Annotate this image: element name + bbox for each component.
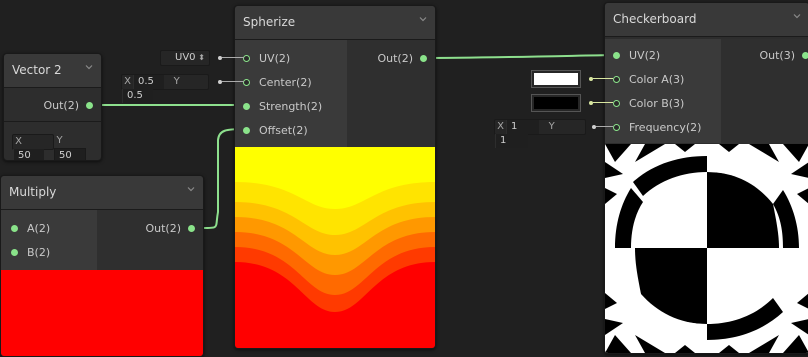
y-field[interactable]: Y50 <box>54 134 96 160</box>
vector2-header[interactable]: Vector 2 <box>4 54 101 88</box>
frequency-link-line <box>596 126 613 127</box>
color-a-link-line <box>593 78 613 79</box>
port-label: Color A(3) <box>629 73 685 86</box>
spherize-header[interactable]: Spherize <box>235 6 435 40</box>
spherize-input-strength[interactable]: Strength(2) <box>243 97 322 117</box>
center-y-input[interactable]: 0.5 <box>122 89 153 103</box>
spherize-input-uv[interactable]: UV(2) <box>243 49 290 69</box>
port-connector-icon[interactable] <box>86 102 93 109</box>
multiply-input-b[interactable]: B(2) <box>11 243 50 263</box>
node-title: Vector 2 <box>12 63 62 77</box>
color-a-swatch[interactable] <box>531 70 581 88</box>
chevron-down-icon[interactable] <box>791 10 803 22</box>
checkerboard-node[interactable]: Checkerboard UV(2) Color A(3) Color B(3)… <box>604 2 808 354</box>
spherize-preview-image <box>235 147 435 348</box>
multiply-preview <box>1 270 203 356</box>
color-b-fill <box>534 97 578 109</box>
center-x-input[interactable]: 0.5 <box>133 75 164 89</box>
port-connector-icon[interactable] <box>11 225 18 232</box>
multiply-header[interactable]: Multiply <box>1 176 203 210</box>
checkerboard-input-uv[interactable]: UV(2) <box>613 46 660 66</box>
spherize-input-center[interactable]: Center(2) <box>243 73 312 93</box>
checkerboard-output[interactable]: Out(3) <box>759 46 808 66</box>
node-title: Spherize <box>243 15 296 29</box>
multiply-node[interactable]: Multiply A(2) B(2) Out(2) <box>0 175 204 357</box>
node-title: Checkerboard <box>613 12 697 26</box>
vector2-output[interactable]: Out(2) <box>43 96 93 116</box>
port-connector-icon[interactable] <box>613 124 620 131</box>
node-title: Multiply <box>9 185 57 199</box>
port-connector-icon[interactable] <box>613 100 620 107</box>
port-label: Frequency(2) <box>629 121 702 134</box>
port-label: Strength(2) <box>259 100 323 113</box>
color-a-fill <box>534 73 578 85</box>
dropdown-arrows-icon: ⬍ <box>198 53 205 62</box>
checkerboard-preview <box>605 144 808 353</box>
frequency-vector-field[interactable]: X1 Y1 <box>494 119 586 148</box>
port-connector-icon[interactable] <box>613 76 620 83</box>
vector2-node[interactable]: Vector 2 Out(2) X50 Y50 <box>3 53 102 161</box>
wire-spherize-to-checker-uv <box>422 54 615 59</box>
port-label: A(2) <box>27 222 51 235</box>
port-connector-icon[interactable] <box>188 225 195 232</box>
port-label: Center(2) <box>259 76 312 89</box>
x-field[interactable]: X50 <box>12 134 54 160</box>
port-connector-icon[interactable] <box>243 103 250 110</box>
checkerboard-preview-image <box>605 144 808 353</box>
chevron-down-icon[interactable] <box>417 13 429 25</box>
color-b-link-line <box>593 102 613 103</box>
uv-link-line <box>222 57 244 58</box>
port-label: Color B(3) <box>629 97 685 110</box>
center-vector-field[interactable]: X 0.5 Y0.5 <box>121 74 209 103</box>
spherize-output[interactable]: Out(2) <box>377 49 427 69</box>
port-label: B(2) <box>27 246 51 259</box>
port-label: Out(2) <box>43 99 79 112</box>
frequency-x-input[interactable]: 1 <box>506 120 539 134</box>
port-connector-icon[interactable] <box>613 52 620 59</box>
port-label: Out(3) <box>759 49 795 62</box>
spherize-input-offset[interactable]: Offset(2) <box>243 121 308 141</box>
spherize-node[interactable]: Spherize UV(2) Center(2) Strength(2) Off… <box>234 5 436 349</box>
chevron-down-icon[interactable] <box>83 61 95 73</box>
checkerboard-input-color-b[interactable]: Color B(3) <box>613 94 684 114</box>
uv-channel-dropdown[interactable]: UV0 ⬍ <box>160 50 210 66</box>
port-connector-icon[interactable] <box>243 79 250 86</box>
port-connector-icon[interactable] <box>11 249 18 256</box>
port-connector-icon[interactable] <box>802 52 808 59</box>
port-connector-icon[interactable] <box>243 127 250 134</box>
port-label: Out(2) <box>145 222 181 235</box>
color-b-swatch[interactable] <box>531 94 581 112</box>
center-link-line <box>222 81 244 82</box>
checkerboard-header[interactable]: Checkerboard <box>605 3 808 37</box>
port-label: UV(2) <box>259 52 291 65</box>
checkerboard-input-color-a[interactable]: Color A(3) <box>613 70 684 90</box>
frequency-y-input[interactable]: 1 <box>495 134 528 148</box>
multiply-input-a[interactable]: A(2) <box>11 219 50 239</box>
port-connector-icon[interactable] <box>243 55 250 62</box>
multiply-output[interactable]: Out(2) <box>145 219 195 239</box>
dropdown-value: UV0 <box>175 52 196 63</box>
port-connector-icon[interactable] <box>420 55 427 62</box>
chevron-down-icon[interactable] <box>185 183 197 195</box>
spherize-preview <box>235 147 435 348</box>
port-label: UV(2) <box>629 49 661 62</box>
port-label: Out(2) <box>377 52 413 65</box>
checkerboard-input-frequency[interactable]: Frequency(2) <box>613 118 701 138</box>
port-label: Offset(2) <box>259 124 308 137</box>
